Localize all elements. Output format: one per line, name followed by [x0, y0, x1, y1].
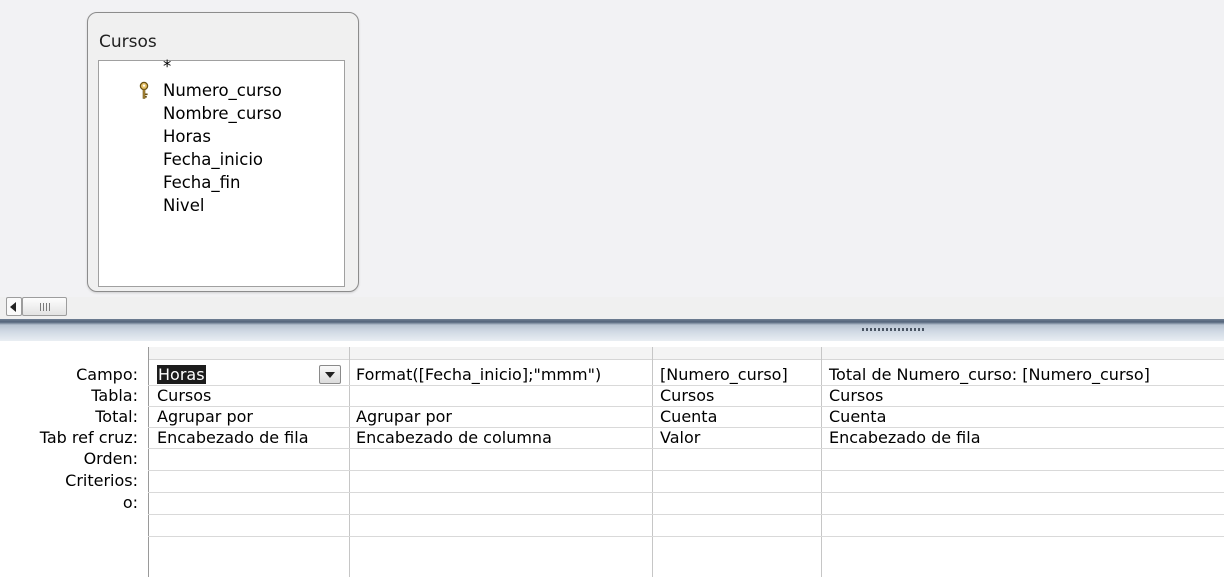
campo-cell-2[interactable]: Format([Fecha_inicio];"mmm") [356, 365, 601, 385]
grid-divider [652, 347, 653, 577]
field-item-fecha-inicio[interactable]: Fecha_inicio [163, 150, 263, 170]
query-design-grid: Campo: Tabla: Total: Tab ref cruz: Orden… [0, 341, 1224, 577]
grid-row-divider [148, 492, 1224, 493]
field-item-nombre-curso[interactable]: Nombre_curso [163, 104, 282, 124]
total-cell-1[interactable]: Agrupar por [157, 407, 253, 427]
column-selector-4[interactable] [822, 347, 1224, 360]
tab-ref-cruz-cell-1[interactable]: Encabezado de fila [157, 428, 309, 448]
field-dropdown-button[interactable] [319, 365, 341, 384]
campo-cell-4[interactable]: Total de Numero_curso: [Numero_curso] [829, 365, 1150, 385]
total-cell-3[interactable]: Cuenta [660, 407, 717, 427]
tabla-cell-1[interactable]: Cursos [157, 386, 211, 406]
total-cell-4[interactable]: Cuenta [829, 407, 886, 427]
horizontal-scrollbar[interactable] [0, 297, 1224, 319]
row-labels: Campo: Tabla: Total: Tab ref cruz: Orden… [0, 341, 148, 577]
field-item-nivel[interactable]: Nivel [163, 196, 204, 216]
scroll-thumb[interactable] [22, 297, 67, 316]
row-label-o: o: [122, 493, 138, 512]
total-cell-2[interactable]: Agrupar por [356, 407, 452, 427]
field-item-numero-curso[interactable]: Numero_curso [163, 81, 282, 101]
field-item-horas[interactable]: Horas [163, 127, 211, 147]
splitter-grip-icon [862, 328, 926, 331]
table-field-list-window[interactable]: Cursos * Numero_curso Nombre_curso Horas… [87, 12, 359, 292]
row-label-tabla: Tabla: [91, 386, 138, 405]
grid-divider [349, 347, 350, 577]
tab-ref-cruz-cell-2[interactable]: Encabezado de columna [356, 428, 552, 448]
row-label-tab-ref-cruz: Tab ref cruz: [39, 428, 138, 447]
scroll-grip-icon [40, 303, 50, 311]
grid-row-divider [148, 448, 1224, 449]
pane-splitter[interactable] [0, 319, 1224, 341]
row-label-criterios: Criterios: [65, 471, 138, 490]
row-label-total: Total: [95, 407, 138, 426]
campo-cell-1[interactable]: Horas [157, 365, 206, 385]
tab-ref-cruz-cell-4[interactable]: Encabezado de fila [829, 428, 981, 448]
grid-row-divider [148, 536, 1224, 537]
row-label-campo: Campo: [76, 365, 138, 384]
field-list[interactable]: * Numero_curso Nombre_curso Horas Fecha_… [98, 57, 345, 287]
primary-key-icon [139, 81, 149, 99]
grid-divider [821, 347, 822, 577]
grid-row-divider [148, 470, 1224, 471]
campo-cell-3[interactable]: [Numero_curso] [660, 365, 788, 385]
campo-value-1[interactable]: Horas [157, 365, 206, 384]
column-selector-3[interactable] [653, 347, 821, 360]
tabla-cell-4[interactable]: Cursos [829, 386, 883, 406]
field-item-fecha-fin[interactable]: Fecha_fin [163, 173, 240, 193]
query-design-upper-pane: Cursos * Numero_curso Nombre_curso Horas… [0, 0, 1224, 297]
tabla-cell-3[interactable]: Cursos [660, 386, 714, 406]
grid-divider [148, 347, 149, 577]
scroll-left-button[interactable] [6, 297, 22, 316]
column-selector-2[interactable] [350, 347, 652, 360]
field-item-all[interactable]: * [163, 57, 171, 77]
row-label-orden: Orden: [83, 449, 138, 468]
tab-ref-cruz-cell-3[interactable]: Valor [660, 428, 700, 448]
grid-row-divider [148, 514, 1224, 515]
column-selector-1[interactable] [149, 347, 349, 360]
table-title[interactable]: Cursos [99, 32, 157, 52]
